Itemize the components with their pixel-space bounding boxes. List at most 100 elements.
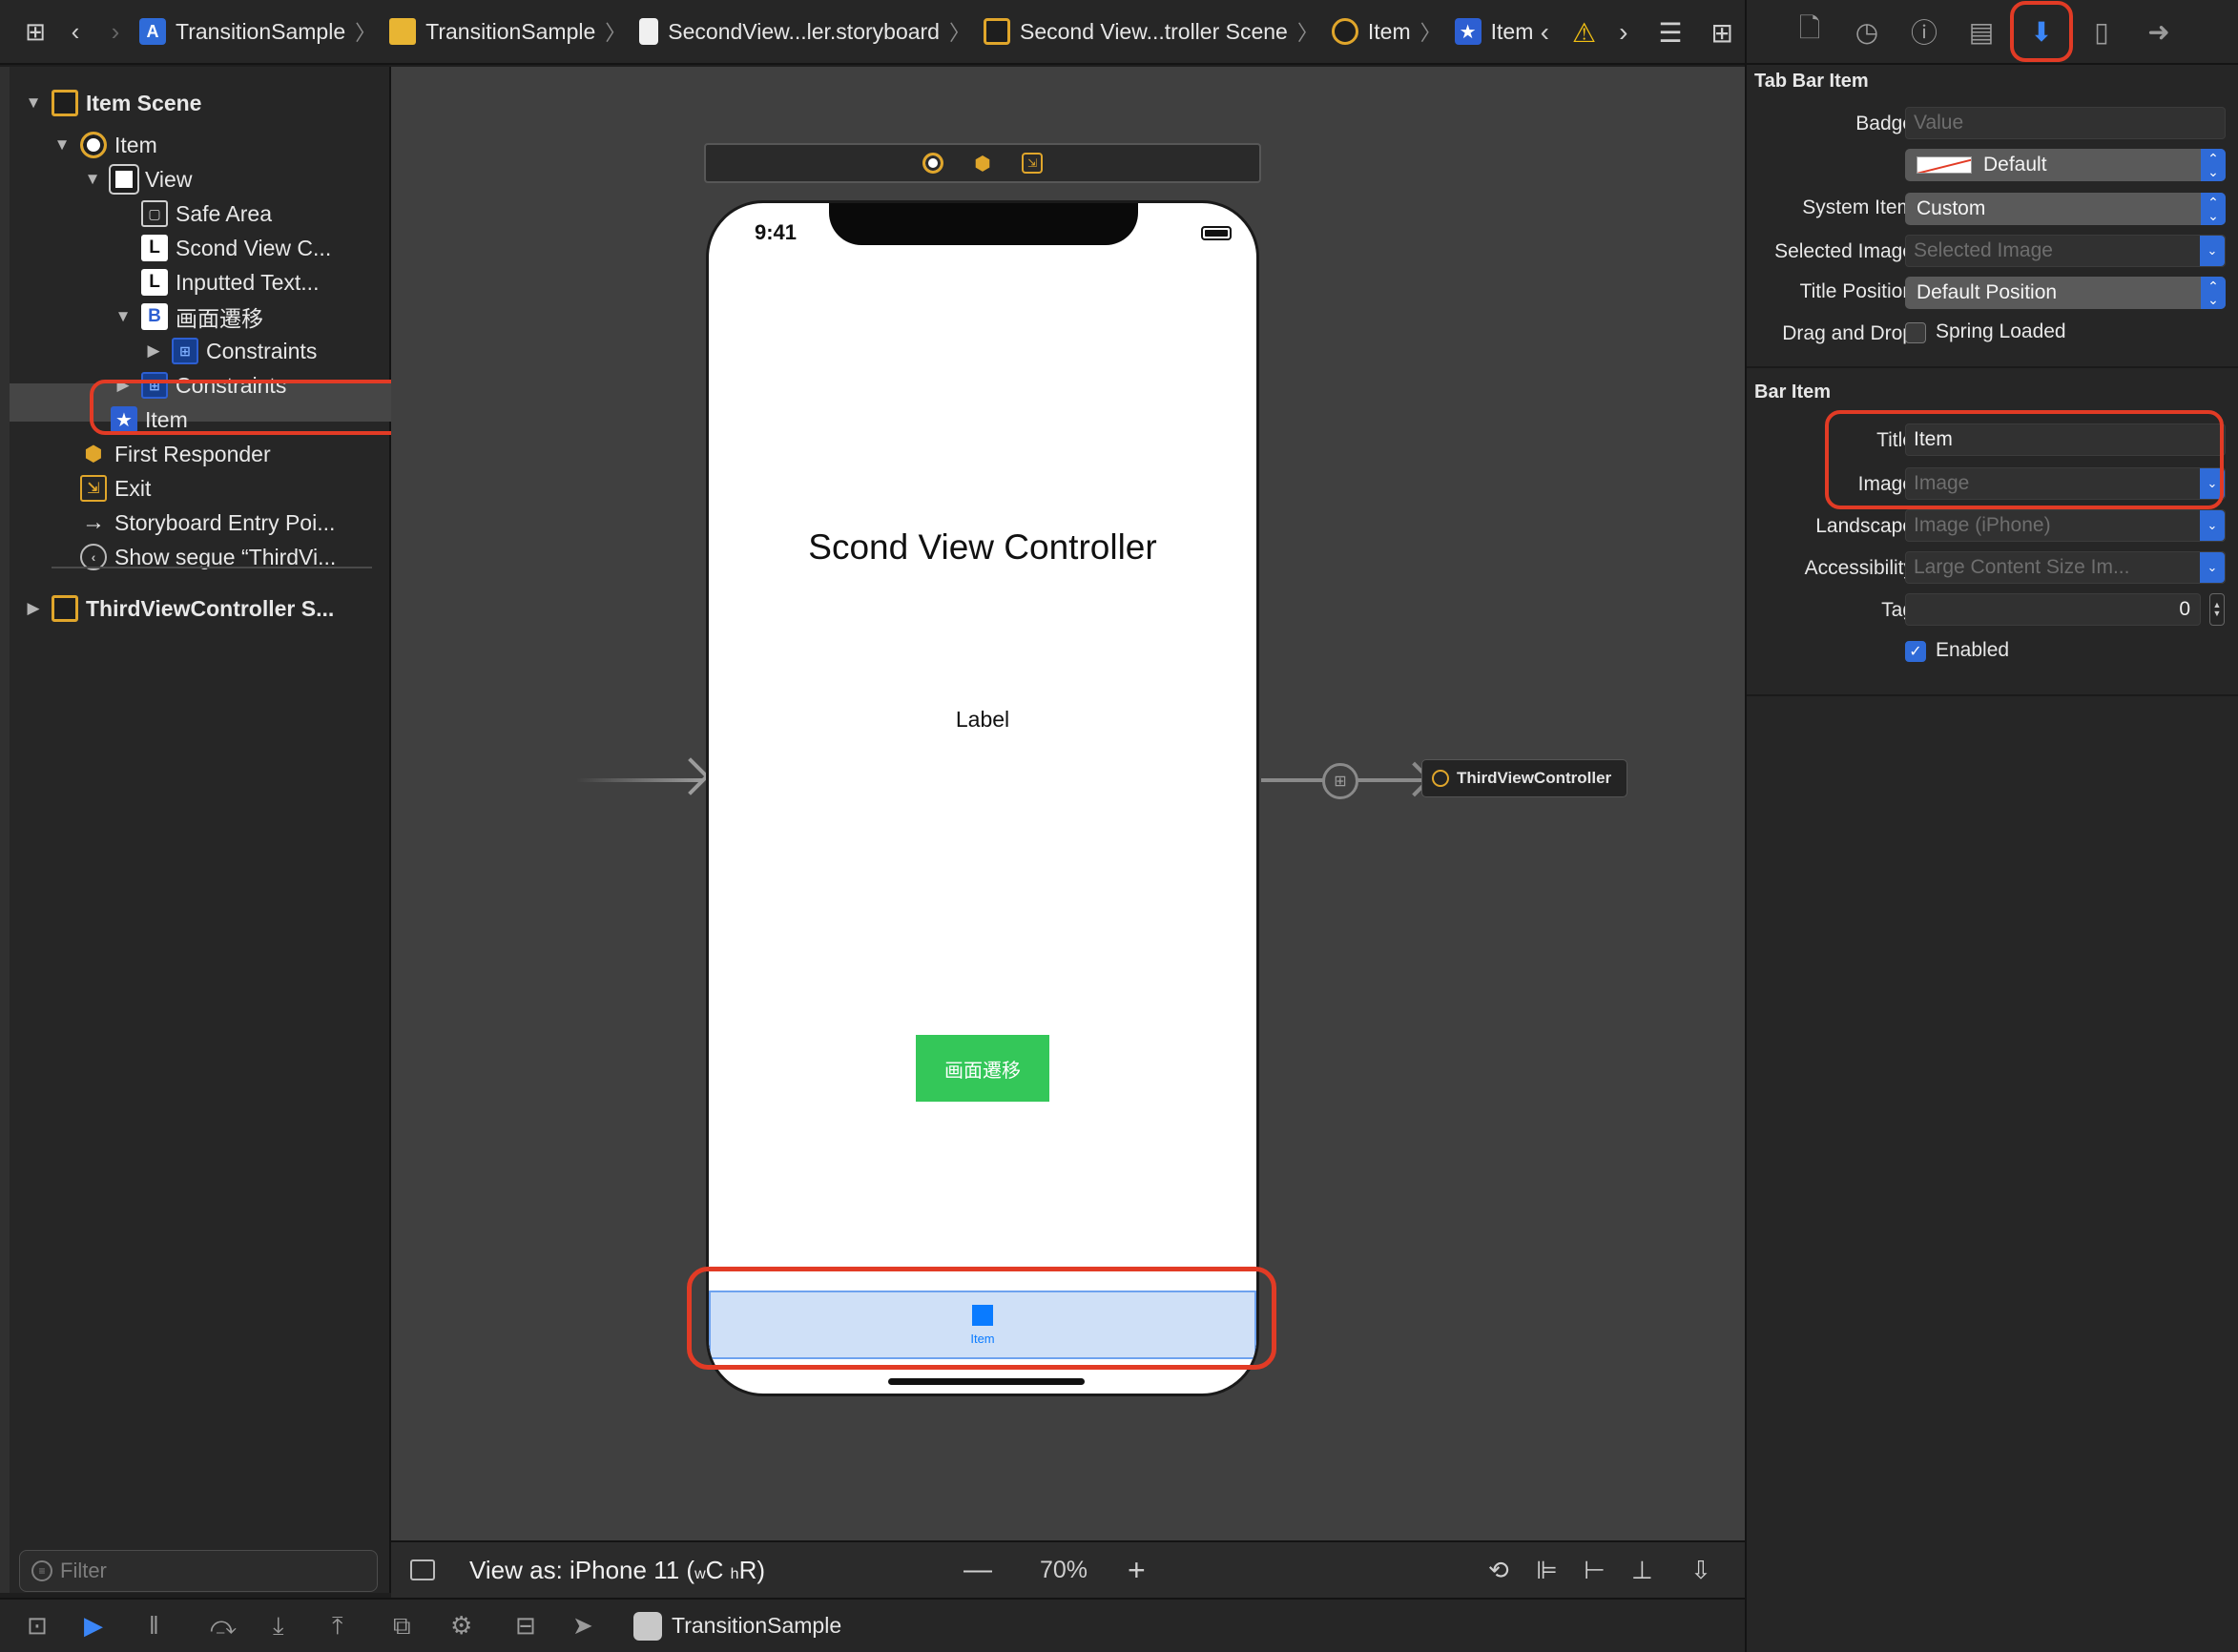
- size-inspector-icon[interactable]: ▯: [2073, 8, 2130, 55]
- spring-loaded-checkbox[interactable]: [1905, 322, 1926, 343]
- accessibility-combo[interactable]: Large Content Size Im... ⌄: [1905, 551, 2226, 584]
- scene-dock[interactable]: ⬢ ⇲: [704, 143, 1261, 183]
- disclosure-closed-icon[interactable]: ▶: [23, 599, 44, 618]
- tree-item-first-responder[interactable]: ⬢ First Responder: [52, 437, 270, 471]
- third-view-controller-node[interactable]: ThirdViewController: [1421, 759, 1627, 797]
- chevron-right-icon: 〉: [355, 21, 377, 45]
- outline-toggle-icon[interactable]: [410, 1559, 435, 1580]
- previous-issue-icon[interactable]: ‹: [1541, 17, 1549, 48]
- tag-stepper[interactable]: ▲ ▼: [2209, 593, 2225, 626]
- size-class-w: w: [694, 1565, 706, 1582]
- identity-inspector-icon[interactable]: ▤: [1953, 8, 2010, 55]
- connections-inspector-icon[interactable]: ➜: [2130, 8, 2187, 55]
- step-out-icon[interactable]: ⤒: [332, 1611, 343, 1642]
- update-frames-icon[interactable]: ⟲: [1488, 1556, 1509, 1585]
- forward-arrow-icon[interactable]: ›: [99, 15, 132, 48]
- breadcrumb-scene[interactable]: Second View...troller Scene 〉: [984, 16, 1328, 47]
- step-into-icon[interactable]: ⤓: [273, 1611, 284, 1642]
- disclosure-open-icon[interactable]: ▼: [82, 170, 103, 189]
- segue-node-icon[interactable]: ⊞: [1322, 763, 1358, 799]
- debug-target[interactable]: TransitionSample: [633, 1611, 841, 1641]
- breadcrumb-tab-bar-item[interactable]: ★ Item: [1454, 18, 1534, 45]
- iphone-scene[interactable]: 9:41 Scond View Controller Label 画面遷移 It…: [706, 200, 1259, 1396]
- navigator-edge: [0, 67, 10, 1593]
- view-controller-icon[interactable]: [922, 153, 943, 174]
- resolve-issues-icon[interactable]: ⊥: [1631, 1556, 1653, 1585]
- disclosure-open-icon[interactable]: ▼: [113, 307, 134, 326]
- tree-item-label: Item: [114, 132, 157, 157]
- breadcrumb-folder[interactable]: TransitionSample 〉: [389, 16, 635, 47]
- environment-overrides-icon[interactable]: ⊟: [515, 1611, 536, 1641]
- breadcrumb-view-controller[interactable]: Item 〉: [1331, 16, 1451, 47]
- text-label[interactable]: Label: [709, 707, 1256, 733]
- storyboard-canvas[interactable]: ⬢ ⇲ 9:41 Scond View Controller Label 画面遷…: [391, 67, 1745, 1540]
- transition-button[interactable]: 画面遷移: [916, 1035, 1049, 1102]
- enabled-checkbox[interactable]: ✓: [1905, 641, 1926, 662]
- warning-icon[interactable]: ⚠: [1572, 17, 1596, 49]
- back-arrow-icon[interactable]: ‹: [59, 15, 92, 48]
- selected-image-combo[interactable]: Selected Image ⌄: [1905, 235, 2226, 267]
- disclosure-open-icon[interactable]: ▼: [23, 93, 44, 113]
- editor-options-icon[interactable]: ☰: [1658, 17, 1682, 49]
- simulate-location-icon[interactable]: ➤: [572, 1611, 593, 1641]
- tree-item-view[interactable]: ▼ View: [82, 162, 192, 196]
- add-editor-icon[interactable]: ⊞: [1711, 17, 1733, 49]
- badge-field[interactable]: Value: [1905, 107, 2226, 139]
- view-as-device-button[interactable]: View as: iPhone 11 (wC hR): [469, 1556, 765, 1585]
- tree-item-safe-area[interactable]: ▢ Safe Area: [113, 196, 272, 231]
- breadcrumb-storyboard[interactable]: SecondView...ler.storyboard 〉: [639, 16, 980, 47]
- history-inspector-icon[interactable]: ◷: [1838, 8, 1896, 55]
- filter-field[interactable]: ≡ Filter: [19, 1550, 378, 1592]
- tree-item-constraints-button[interactable]: ▶ ⊞ Constraints: [143, 334, 317, 368]
- hide-debug-area-icon[interactable]: ⊡: [27, 1611, 48, 1641]
- chevron-down-icon[interactable]: ⌄: [2200, 510, 2225, 541]
- step-over-icon[interactable]: ⤼: [210, 1611, 237, 1642]
- pause-icon[interactable]: ‖: [149, 1611, 159, 1641]
- attributes-inspector-icon[interactable]: ⬇: [2010, 1, 2073, 62]
- tree-item-entry-point[interactable]: → Storyboard Entry Poi...: [52, 506, 335, 540]
- memory-graph-icon[interactable]: ⚙: [450, 1611, 472, 1641]
- zoom-out-button[interactable]: —: [964, 1554, 992, 1586]
- exit-icon[interactable]: ⇲: [1022, 153, 1043, 174]
- disclosure-closed-icon[interactable]: ▶: [143, 341, 164, 361]
- tab-bar-item-icon: ★: [1454, 18, 1482, 45]
- view-debugger-icon[interactable]: ⧉: [393, 1611, 411, 1642]
- embed-in-icon[interactable]: ⇩: [1690, 1556, 1711, 1585]
- breadcrumb-project[interactable]: A TransitionSample 〉: [139, 16, 385, 47]
- breadcrumb-label: Item: [1490, 18, 1534, 44]
- tree-item-label: Inputted Text...: [176, 269, 320, 295]
- section-divider: [1747, 694, 2238, 696]
- disclosure-open-icon[interactable]: ▼: [52, 135, 73, 155]
- first-responder-icon[interactable]: ⬢: [972, 153, 993, 175]
- tree-item-view-controller[interactable]: ▼ Item: [52, 128, 157, 162]
- section-title-tab-bar-item: Tab Bar Item: [1754, 71, 1869, 92]
- zoom-level[interactable]: 70%: [1040, 1557, 1088, 1584]
- breakpoints-icon[interactable]: ▶: [84, 1611, 103, 1641]
- annotation-circle-outline-item: [90, 380, 408, 435]
- next-issue-icon[interactable]: ›: [1619, 17, 1627, 48]
- button-icon: B: [141, 303, 168, 330]
- align-icon[interactable]: ⊫: [1536, 1556, 1558, 1585]
- related-items-icon[interactable]: ⊞: [19, 15, 52, 48]
- canvas-bottom-bar: View as: iPhone 11 (wC hR) — 70% + ⟲ ⊫ ⊢…: [391, 1540, 1745, 1598]
- landscape-combo[interactable]: Image (iPhone) ⌄: [1905, 509, 2226, 542]
- tree-item-label-inputted[interactable]: L Inputted Text...: [113, 265, 319, 299]
- tree-item-label-title[interactable]: L Scond View C...: [113, 231, 331, 265]
- system-item-popup[interactable]: Custom ⌃ ⌄: [1905, 193, 2226, 225]
- chevron-down-icon[interactable]: ⌄: [2200, 552, 2225, 583]
- add-constraints-icon[interactable]: ⊢: [1584, 1556, 1606, 1585]
- title-position-popup[interactable]: Default Position ⌃ ⌄: [1905, 277, 2226, 309]
- tag-field[interactable]: 0: [1905, 593, 2201, 626]
- chevron-right-icon: 〉: [948, 21, 970, 45]
- quick-help-icon[interactable]: ⓘ: [1896, 8, 1953, 55]
- badge-color-popup[interactable]: Default ⌃ ⌄: [1905, 149, 2226, 181]
- tree-item-exit[interactable]: ⇲ Exit: [52, 471, 151, 506]
- tree-item-third-scene[interactable]: ▶ ThirdViewController S...: [23, 591, 334, 626]
- zoom-in-button[interactable]: +: [1128, 1553, 1146, 1588]
- tree-item-segue[interactable]: ‹ Show segue “ThirdVi...: [52, 540, 336, 574]
- chevron-down-icon[interactable]: ⌄: [2200, 236, 2225, 266]
- file-inspector-icon[interactable]: 🗋: [1781, 8, 1838, 55]
- tree-item-button[interactable]: ▼ B 画面遷移: [113, 299, 263, 334]
- title-label[interactable]: Scond View Controller: [709, 527, 1256, 568]
- tree-item-scene[interactable]: ▼ Item Scene: [23, 86, 201, 120]
